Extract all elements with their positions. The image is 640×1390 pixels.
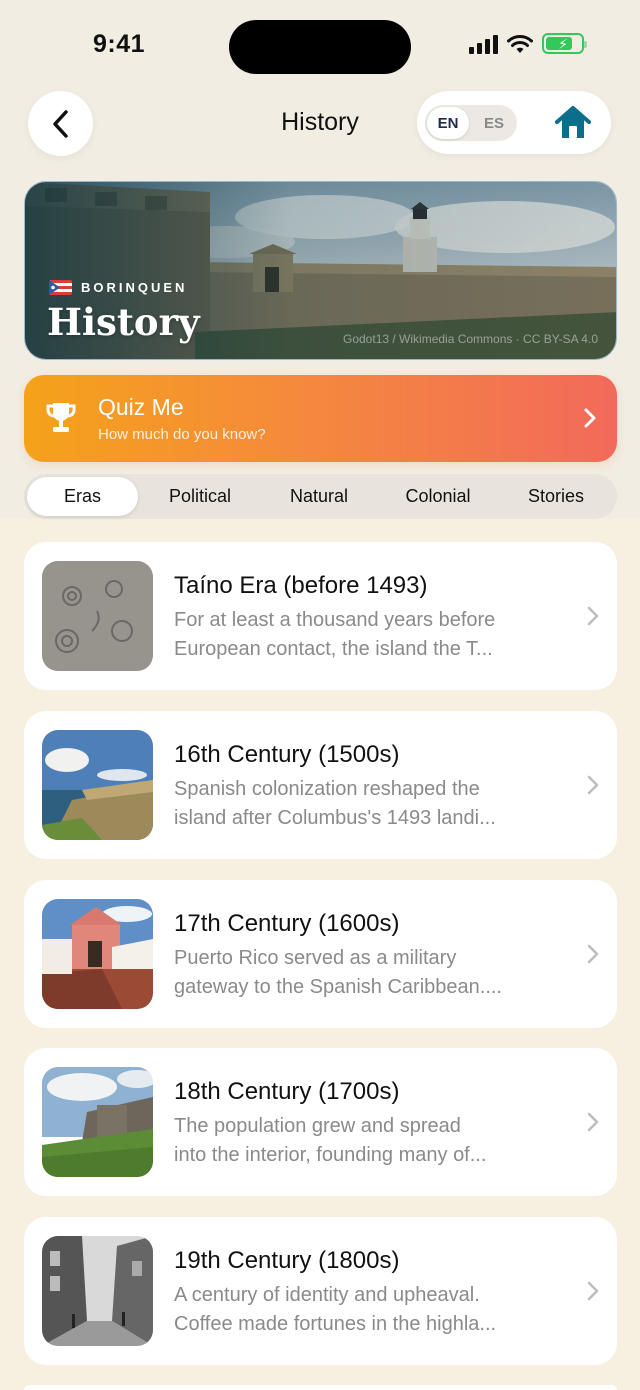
battery-charging-icon: ⚡ <box>542 33 587 54</box>
tab-eras[interactable]: Eras <box>27 477 138 516</box>
era-description-line: European contact, the island the T... <box>174 638 493 660</box>
quiz-subtitle: How much do you know? <box>98 426 266 443</box>
era-description-line: For at least a thousand years before <box>174 609 496 631</box>
category-tabs: Eras Political Natural Colonial Stories <box>24 474 617 519</box>
chevron-right-icon <box>587 775 599 795</box>
tab-stories[interactable]: Stories <box>498 477 614 516</box>
wifi-icon <box>507 34 533 53</box>
era-description-line: Puerto Rico served as a military <box>174 947 457 969</box>
church-thumbnail <box>42 899 153 1009</box>
hero-subtitle: BORINQUEN <box>81 280 188 295</box>
era-card-16th-century[interactable]: 16th Century (1500s) Spanish colonizatio… <box>24 711 617 859</box>
trophy-icon <box>46 403 76 432</box>
era-description-line: into the interior, founding many of... <box>174 1144 487 1166</box>
chevron-right-icon <box>587 1112 599 1132</box>
street-scene-thumbnail <box>42 1236 153 1346</box>
chevron-right-icon <box>587 1281 599 1301</box>
era-title: 19th Century (1800s) <box>174 1247 400 1274</box>
tab-colonial[interactable]: Colonial <box>380 477 496 516</box>
era-card-19th-century[interactable]: 19th Century (1800s) A century of identi… <box>24 1217 617 1365</box>
hill-fort-thumbnail <box>42 1067 153 1177</box>
status-time: 9:41 <box>93 30 146 58</box>
era-card-next-partial[interactable] <box>24 1385 617 1390</box>
era-description-line: gateway to the Spanish Caribbean.... <box>174 976 502 998</box>
chevron-right-icon <box>587 606 599 626</box>
hero-banner: BORINQUEN History Godot13 / Wikimedia Co… <box>24 181 617 360</box>
tab-political[interactable]: Political <box>142 477 258 516</box>
hero-tag: BORINQUEN <box>49 280 187 295</box>
quiz-title: Quiz Me <box>98 394 184 420</box>
era-description-line: The population grew and spread <box>174 1115 461 1137</box>
era-card-18th-century[interactable]: 18th Century (1700s) The population grew… <box>24 1048 617 1196</box>
era-description: Spanish colonization reshaped the island… <box>174 775 554 833</box>
era-title: 18th Century (1700s) <box>174 1078 400 1105</box>
quiz-me-button[interactable]: Quiz Me How much do you know? <box>24 375 617 462</box>
photo-credit: Godot13 / Wikimedia Commons · CC BY-SA 4… <box>343 332 598 346</box>
status-icons: ⚡ <box>469 33 587 54</box>
era-description: A century of identity and upheaval. Coff… <box>174 1281 554 1339</box>
hero-title: History <box>47 300 200 344</box>
coastal-fort-thumbnail <box>42 730 153 840</box>
era-description-line: Coffee made fortunes in the highla... <box>174 1313 497 1335</box>
era-description-line: island after Columbus's 1493 landi... <box>174 807 496 829</box>
era-title: 16th Century (1500s) <box>174 741 400 768</box>
home-icon <box>555 106 591 138</box>
chevron-right-icon <box>587 944 599 964</box>
era-description: For at least a thousand years before Eur… <box>174 606 554 664</box>
dynamic-island <box>229 20 411 74</box>
chevron-right-icon <box>584 408 596 428</box>
language-and-home-pill: EN ES <box>417 91 611 154</box>
taino-petroglyph-thumbnail <box>42 561 153 671</box>
era-description-line: Spanish colonization reshaped the <box>174 778 480 800</box>
tab-natural[interactable]: Natural <box>261 477 377 516</box>
home-button[interactable] <box>553 104 593 142</box>
era-description: Puerto Rico served as a military gateway… <box>174 944 554 1002</box>
era-card-taino[interactable]: Taíno Era (before 1493) For at least a t… <box>24 542 617 690</box>
puerto-rico-flag-icon <box>49 280 72 295</box>
cellular-signal-icon <box>469 34 498 54</box>
era-title: Taíno Era (before 1493) <box>174 572 428 599</box>
era-description-line: A century of identity and upheaval. <box>174 1284 480 1306</box>
language-toggle[interactable]: EN ES <box>425 105 517 141</box>
era-card-17th-century[interactable]: 17th Century (1600s) Puerto Rico served … <box>24 880 617 1028</box>
era-title: 17th Century (1600s) <box>174 910 400 937</box>
lang-es-option[interactable]: ES <box>473 107 515 139</box>
era-description: The population grew and spread into the … <box>174 1112 554 1170</box>
lang-en-option[interactable]: EN <box>427 107 469 139</box>
